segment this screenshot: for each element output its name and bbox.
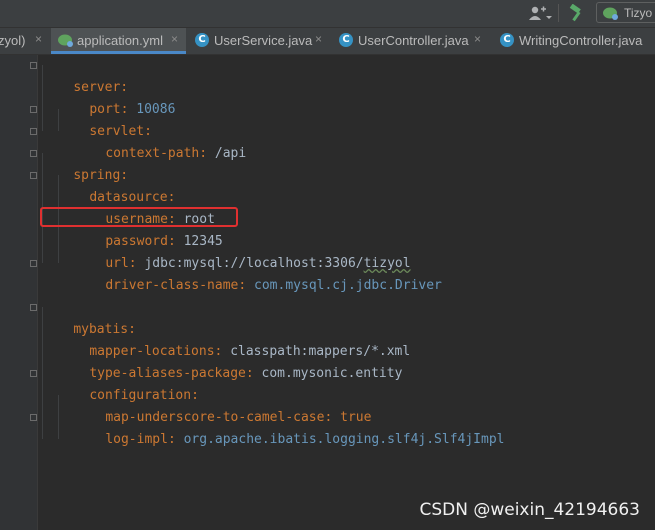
editor-tabs: zyol) × application.yml × C UserService.… — [0, 28, 655, 55]
yaml-key: log-impl — [105, 432, 168, 447]
yaml-colon: : — [167, 432, 176, 447]
code-line: configuration: — [42, 363, 199, 403]
code-line: mapper-locations: classpath:mappers/*.xm… — [42, 319, 410, 359]
code-line: url: jdbc:mysql://localhost:3306/tizyol — [42, 231, 410, 271]
toolbar-separator — [558, 4, 559, 22]
code-line: username: root — [42, 187, 215, 227]
close-icon[interactable]: × — [35, 32, 42, 46]
fold-marker[interactable] — [30, 414, 37, 421]
tab-label: WritingController.java — [519, 33, 643, 48]
tab-label: UserService.java — [214, 33, 313, 48]
code-line: port: 10086 — [42, 77, 175, 117]
yaml-value: org.apache.ibatis.logging.slf4j.Slf4jImp… — [175, 432, 505, 447]
run-configuration-dropdown[interactable]: Tizyo — [596, 2, 655, 23]
fold-marker[interactable] — [30, 260, 37, 267]
java-class-icon: C — [339, 33, 353, 47]
code-line: server: — [42, 55, 128, 95]
top-toolbar: Tizyo — [0, 0, 655, 28]
code-line: log-impl: org.apache.ibatis.logging.slf4… — [42, 407, 504, 447]
fold-marker[interactable] — [30, 370, 37, 377]
code-line: type-aliases-package: com.mysonic.entity — [42, 341, 402, 381]
run-configuration-label: Tizyo — [624, 6, 653, 20]
fold-marker[interactable] — [30, 172, 37, 179]
code-line: mybatis: — [42, 297, 136, 337]
tab-label: zyol) — [0, 33, 26, 48]
close-icon[interactable]: × — [171, 32, 178, 46]
build-hammer-icon[interactable] — [567, 4, 585, 22]
tab-label: UserController.java — [358, 33, 469, 48]
yaml-value: /api — [207, 146, 247, 161]
java-class-icon: C — [500, 33, 514, 47]
java-class-icon: C — [195, 33, 209, 47]
csdn-watermark: CSDN @weixin_42194663 — [419, 500, 640, 520]
code-line: driver-class-name: com.mysql.cj.jdbc.Dri… — [42, 253, 442, 293]
spring-yml-icon — [58, 34, 73, 47]
user-dropdown-icon[interactable] — [528, 5, 552, 21]
tab-userservice-java[interactable]: C UserService.java × — [187, 28, 329, 54]
tab-writingcontroller-java[interactable]: C WritingController.java — [493, 28, 655, 54]
yaml-value: com.mysql.cj.jdbc.Driver — [246, 278, 442, 293]
fold-marker[interactable] — [30, 304, 37, 311]
code-editor[interactable]: server: port: 10086 servlet: context-pat… — [0, 55, 655, 530]
tab-application-yml[interactable]: application.yml × — [51, 28, 186, 54]
code-line: servlet: — [42, 99, 152, 139]
tab-usercontroller-java[interactable]: C UserController.java × — [330, 28, 492, 54]
tab-label: application.yml — [77, 33, 163, 48]
yaml-colon: : — [245, 366, 254, 381]
code-line: context-path: /api — [42, 121, 246, 161]
fold-marker[interactable] — [30, 106, 37, 113]
password-highlight-box — [40, 207, 238, 227]
yaml-key: driver-class-name — [105, 278, 239, 293]
code-line: map-underscore-to-camel-case: true — [42, 385, 371, 425]
close-icon[interactable]: × — [315, 32, 322, 46]
fold-marker[interactable] — [30, 150, 37, 157]
yaml-colon: : — [199, 146, 208, 161]
tab-previous-file[interactable]: zyol) × — [0, 28, 50, 54]
code-line: datasource: — [42, 165, 175, 205]
spring-leaf-icon — [603, 7, 618, 20]
code-line: spring: — [42, 143, 128, 183]
yaml-value: com.mysonic.entity — [253, 366, 403, 381]
close-icon[interactable]: × — [474, 32, 481, 46]
fold-marker[interactable] — [30, 128, 37, 135]
fold-marker[interactable] — [30, 62, 37, 69]
